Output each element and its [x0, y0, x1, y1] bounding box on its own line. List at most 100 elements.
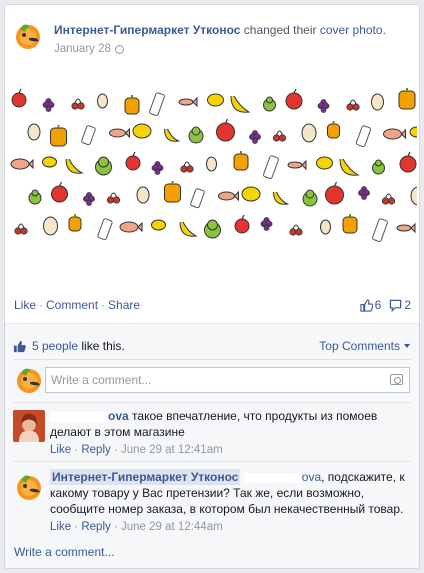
action-period: .	[382, 23, 386, 37]
cherry-icon	[71, 98, 85, 110]
top-comments-dropdown[interactable]: Top Comments	[319, 339, 410, 353]
likes-suffix: like this.	[81, 339, 125, 353]
feedback-section: 5 people like this. Top Comments Write a…	[5, 323, 419, 568]
bottle-icon	[372, 218, 388, 242]
comment-item: ova такое впечатление, что продукты из п…	[13, 408, 410, 460]
post-date-row: January 28	[54, 41, 411, 57]
utkonos-logo-icon	[16, 24, 40, 49]
egg-icon	[301, 123, 317, 143]
cherry-icon	[14, 223, 28, 235]
pear-icon	[188, 126, 204, 144]
lemon-icon	[207, 93, 224, 107]
fish-icon	[383, 128, 406, 140]
banana-icon	[273, 191, 290, 205]
globe-icon	[114, 44, 124, 54]
pear-icon	[95, 156, 112, 176]
apple-icon	[125, 151, 141, 171]
egg-icon	[320, 219, 331, 235]
bottle-icon	[97, 218, 113, 241]
pepper-icon	[342, 214, 358, 234]
banana-icon	[65, 158, 84, 174]
post-card: Интернет-Гипермаркет Утконос changed the…	[4, 4, 420, 569]
comment-meta: Like · Reply · June 29 at 12:41am	[50, 442, 410, 458]
comment-reply-link[interactable]: Reply	[81, 444, 110, 456]
grapes-icon	[83, 192, 95, 206]
share-link[interactable]: Share	[108, 298, 140, 312]
cherry-icon	[272, 130, 287, 142]
comment-composer: Write a comment...	[13, 364, 410, 398]
likes-summary: 5 people like this. Top Comments	[13, 337, 410, 355]
commenter-avatar[interactable]	[13, 410, 45, 442]
page-name-link[interactable]: Интернет-Гипермаркет Утконос	[54, 23, 240, 37]
banana-icon	[230, 95, 251, 113]
pepper-icon	[68, 214, 82, 232]
grapes-icon	[260, 217, 273, 231]
cover-photo-link[interactable]: cover photo	[320, 23, 383, 37]
apple-icon	[216, 118, 235, 142]
cover-photo[interactable]	[9, 68, 419, 289]
comment-author-link[interactable]: ova	[108, 409, 129, 423]
top-comments-label: Top Comments	[319, 339, 400, 353]
comment-reply-link[interactable]: Reply	[81, 521, 110, 533]
comment-input[interactable]: Write a comment...	[45, 367, 410, 393]
pepper-icon	[124, 95, 140, 115]
egg-icon	[206, 156, 217, 172]
fish-icon	[396, 222, 416, 234]
cherry-icon	[289, 224, 303, 236]
like-link[interactable]: Like	[14, 298, 36, 312]
grapes-icon	[358, 186, 370, 200]
separator: ·	[74, 521, 79, 533]
separator: ·	[39, 298, 44, 312]
apple-icon	[285, 88, 303, 110]
lemon-icon	[316, 156, 333, 170]
cherry-icon	[180, 161, 194, 173]
page-avatar[interactable]	[12, 20, 44, 52]
pepper-icon	[233, 151, 249, 171]
post-date[interactable]: January 28	[54, 41, 111, 57]
commenter-photo	[13, 410, 45, 442]
comment-like-link[interactable]: Like	[50, 521, 71, 533]
write-comment-link[interactable]: Write a comment...	[14, 545, 114, 559]
comment-author-link[interactable]: Интернет-Гипермаркет Утконос	[50, 469, 241, 485]
page-reply-avatar[interactable]	[13, 471, 45, 503]
fish-icon	[109, 127, 130, 139]
comment-meta: Like · Reply · June 29 at 12:44am	[50, 519, 410, 535]
comment-count-value: 2	[404, 298, 411, 312]
speech-bubble-icon	[390, 299, 402, 312]
comment-link[interactable]: Comment	[46, 298, 98, 312]
comment-count[interactable]: 2	[389, 298, 411, 312]
post-headline: Интернет-Гипермаркет Утконос changed the…	[54, 22, 411, 57]
likers-link[interactable]: 5 people	[32, 339, 78, 353]
camera-icon[interactable]	[390, 374, 403, 385]
utkonos-logo-icon	[17, 368, 41, 393]
mention-link[interactable]: ova	[302, 470, 321, 484]
grapes-icon	[151, 161, 164, 175]
cherry-icon	[381, 193, 396, 205]
bottle-icon	[263, 155, 279, 179]
apple-icon	[399, 151, 417, 173]
bottle-icon	[149, 92, 165, 116]
pepper-icon	[327, 121, 340, 139]
post-header: Интернет-Гипермаркет Утконос changed the…	[12, 20, 411, 60]
apple-icon	[51, 181, 68, 203]
redacted-name	[50, 411, 108, 422]
comment-timestamp[interactable]: June 29 at 12:44am	[121, 521, 223, 533]
lemon-icon	[151, 219, 166, 231]
viewer-avatar	[13, 364, 45, 396]
comment-input-placeholder: Write a comment...	[51, 373, 152, 387]
apple-icon	[234, 214, 250, 234]
pear-icon	[204, 219, 221, 239]
comment-like-link[interactable]: Like	[50, 444, 71, 456]
like-count[interactable]: 6	[359, 298, 381, 312]
fish-icon	[218, 190, 239, 202]
egg-icon	[371, 93, 384, 111]
separator: ·	[113, 521, 118, 533]
divider	[13, 402, 411, 403]
comment-timestamp[interactable]: June 29 at 12:41am	[121, 444, 223, 456]
divider	[13, 461, 411, 462]
redacted-name	[243, 472, 302, 483]
comment-item: Интернет-Гипермаркет Утконос ova, подска…	[13, 469, 410, 539]
separator: ·	[74, 444, 79, 456]
chevron-down-icon	[404, 344, 410, 348]
action-text: changed their	[243, 23, 317, 37]
